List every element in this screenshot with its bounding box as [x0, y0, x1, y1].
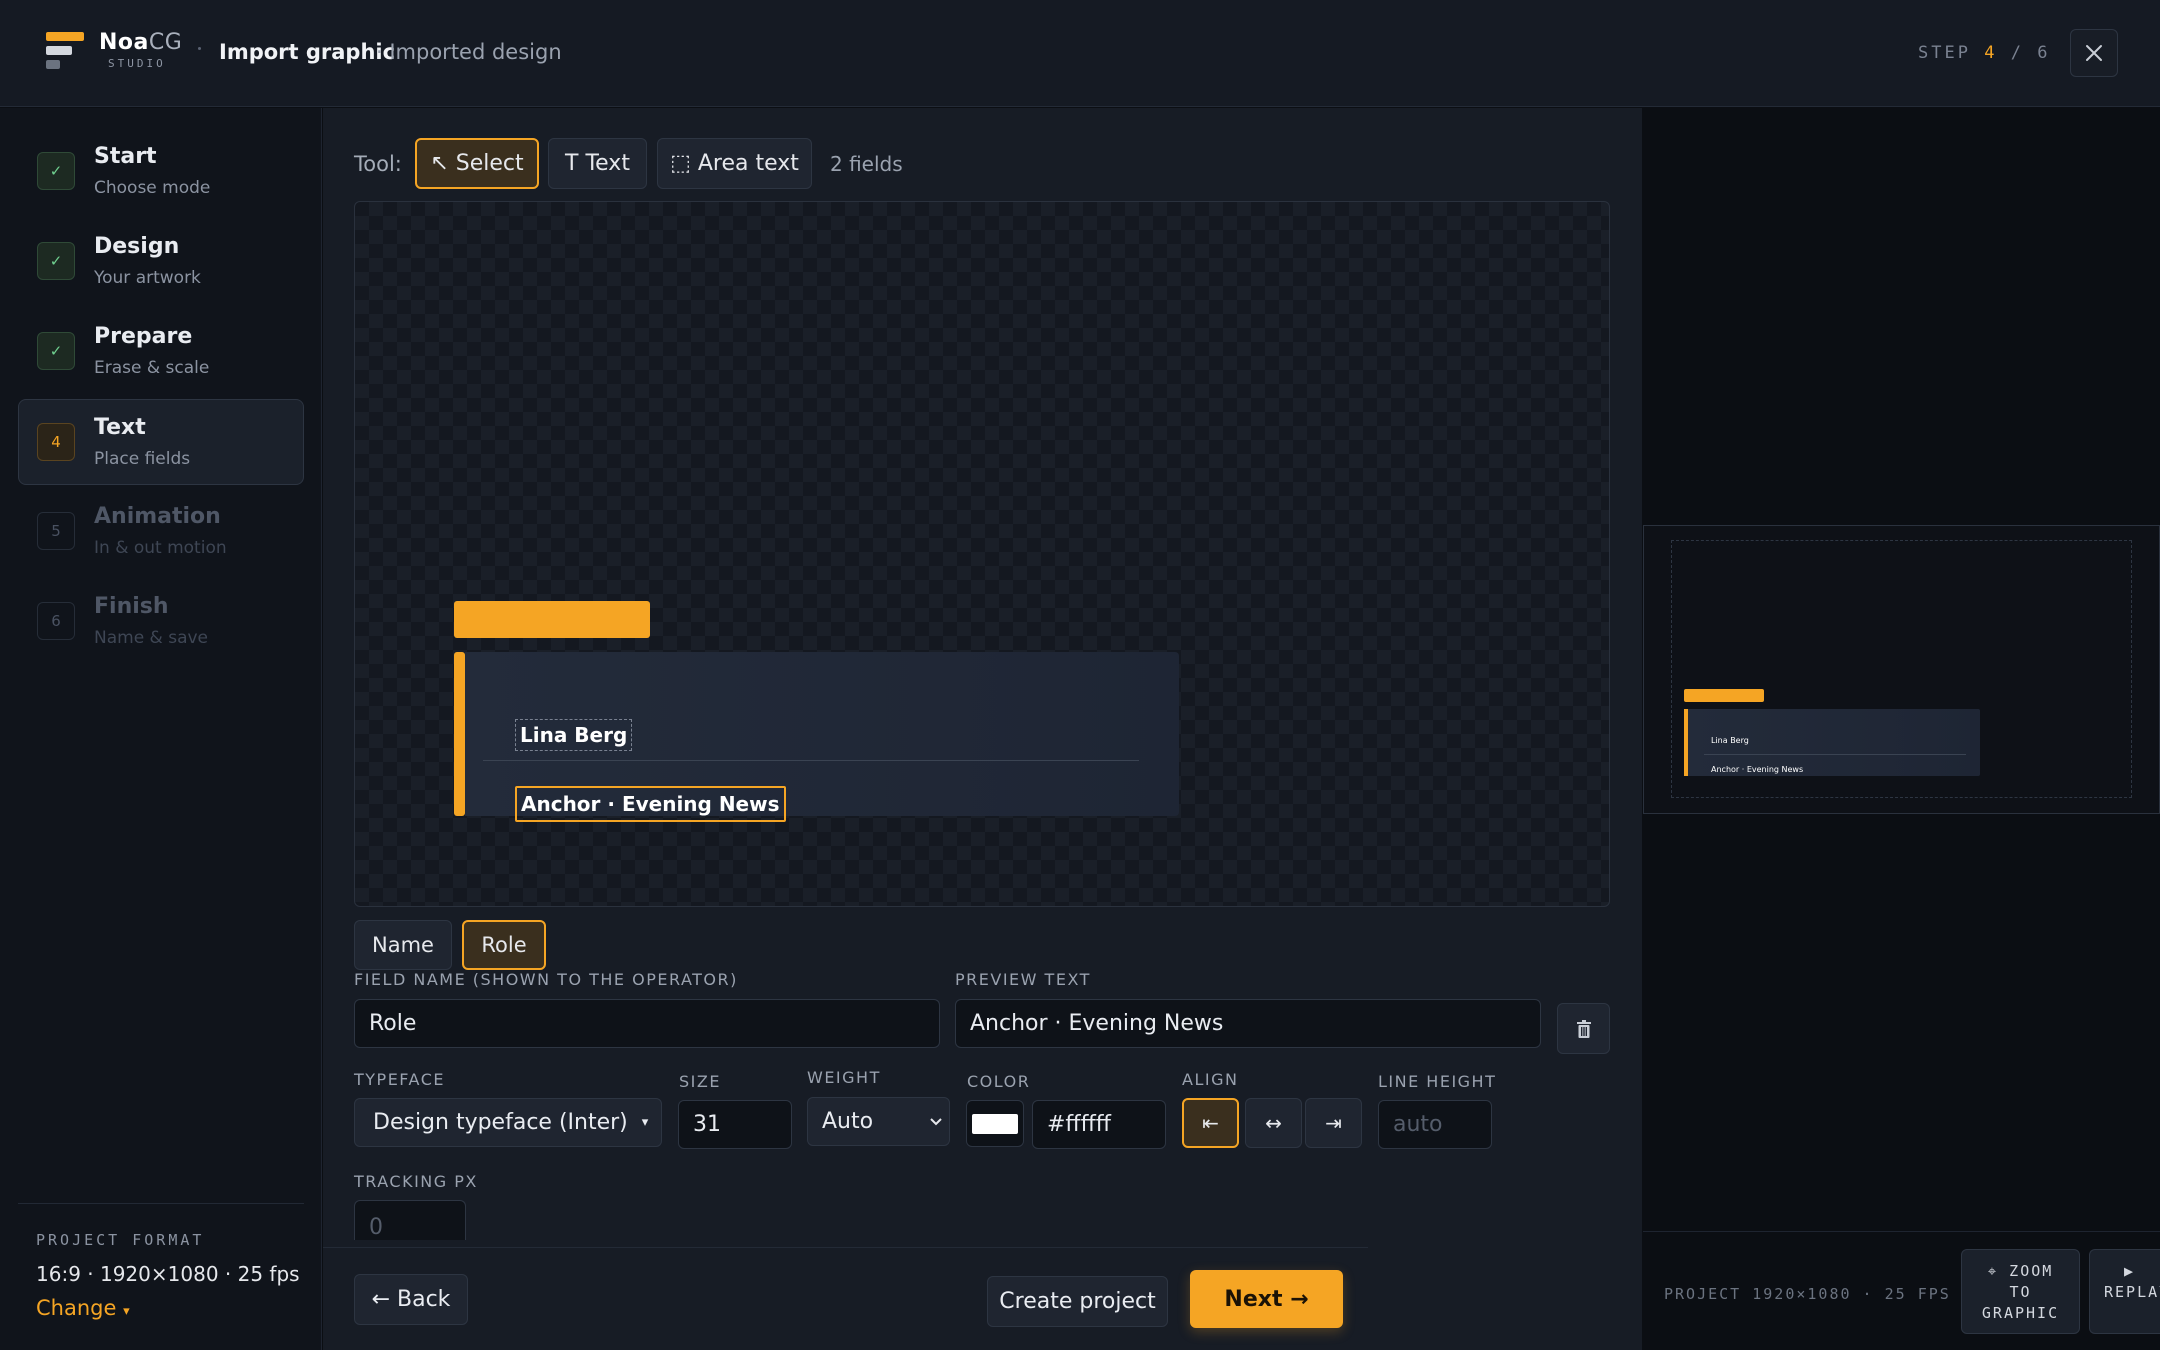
- step-subtitle: Name & save: [94, 628, 209, 648]
- preview-role-text: Anchor · Evening News: [1711, 765, 1804, 774]
- weight-label: WEIGHT: [807, 1068, 881, 1087]
- app-logo-icon: [46, 32, 86, 72]
- brand-subtitle: STUDIO: [108, 57, 166, 70]
- field-name-input[interactable]: Role: [354, 999, 940, 1048]
- area-text-tool-button[interactable]: ⬚ Area text: [657, 138, 812, 189]
- step-title: Start: [94, 144, 157, 169]
- step-title: Animation: [94, 504, 221, 529]
- field-tab-role[interactable]: Role: [462, 920, 546, 970]
- step-number-badge: 6: [37, 602, 75, 640]
- align-center-icon[interactable]: ↔: [1245, 1098, 1302, 1148]
- check-icon: ✓: [37, 242, 75, 280]
- create-project-button[interactable]: Create project: [987, 1276, 1168, 1327]
- color-hex-input[interactable]: #ffffff: [1032, 1100, 1166, 1149]
- typeface-select[interactable]: Design typeface (Inter) ▾: [354, 1098, 662, 1147]
- next-button[interactable]: Next →: [1190, 1270, 1343, 1328]
- preview-footer-divider: [1643, 1231, 2160, 1232]
- align-label: ALIGN: [1182, 1070, 1239, 1089]
- header-dot: [198, 47, 201, 50]
- step-prepare[interactable]: ✓ Prepare Erase & scale: [18, 308, 304, 394]
- color-label: COLOR: [967, 1072, 1031, 1091]
- step-finish: 6 Finish Name & save: [18, 578, 304, 664]
- check-icon: ✓: [37, 152, 75, 190]
- brand-name: NoaCG: [99, 30, 183, 55]
- tracking-label: TRACKING PX: [354, 1172, 478, 1191]
- zoom-to-graphic-button[interactable]: ⌖ ZOOM TO GRAPHIC: [1961, 1249, 2080, 1334]
- align-left-icon[interactable]: ⇤: [1182, 1098, 1239, 1148]
- caret-down-icon: ▾: [641, 1115, 649, 1130]
- align-right-icon[interactable]: ⇥: [1305, 1098, 1362, 1148]
- page-subtitle: · Imported design: [376, 40, 562, 64]
- preview-lower-third-tab: [1684, 689, 1764, 702]
- size-label: SIZE: [679, 1072, 721, 1091]
- step-animation: 5 Animation In & out motion: [18, 488, 304, 574]
- back-button[interactable]: ← Back: [354, 1274, 468, 1325]
- step-subtitle: In & out motion: [94, 538, 227, 558]
- project-format-label: PROJECT FORMAT: [36, 1231, 205, 1249]
- step-title: Finish: [94, 594, 169, 619]
- step-start[interactable]: ✓ Start Choose mode: [18, 128, 304, 214]
- page-title: Import graphic: [219, 40, 396, 64]
- field-tab-name[interactable]: Name: [354, 920, 452, 970]
- preview-divider: [1704, 754, 1966, 755]
- caret-down-icon: ▾: [123, 1304, 130, 1319]
- preview-text-label: PREVIEW TEXT: [955, 970, 1091, 989]
- step-subtitle: Place fields: [94, 449, 191, 469]
- tool-label: Tool:: [354, 152, 402, 176]
- play-icon: ▶: [2124, 1262, 2136, 1280]
- typeface-label: TYPEFACE: [354, 1070, 445, 1089]
- change-format-button[interactable]: Change ▾: [36, 1296, 130, 1320]
- step-number-badge: 4: [37, 423, 75, 461]
- top-bar: NoaCG STUDIO Import graphic · Imported d…: [0, 0, 2160, 107]
- role-text-field[interactable]: Anchor · Evening News: [515, 786, 786, 822]
- step-indicator: STEP 4 / 6: [1918, 43, 2051, 63]
- step-subtitle: Your artwork: [94, 268, 201, 288]
- color-swatch[interactable]: [966, 1100, 1024, 1147]
- trash-icon: [1576, 1019, 1591, 1038]
- lower-third-accent-bar: [454, 652, 465, 816]
- text-tool-button[interactable]: T Text: [548, 138, 647, 189]
- project-format-value: 16:9 · 1920×1080 · 25 fps: [36, 1262, 300, 1286]
- replay-button[interactable]: ▶REPLAY: [2089, 1249, 2160, 1334]
- delete-field-button[interactable]: [1557, 1003, 1610, 1054]
- tracking-input[interactable]: 0: [354, 1200, 466, 1240]
- weight-select[interactable]: Auto: [807, 1097, 950, 1146]
- field-name-label: FIELD NAME (SHOWN TO THE OPERATOR): [354, 970, 738, 989]
- footer-divider: [323, 1247, 1368, 1248]
- preview-project-info: PROJECT 1920×1080 · 25 FPS: [1664, 1285, 1951, 1303]
- design-canvas[interactable]: Lina Berg Anchor · Evening News: [354, 201, 1610, 907]
- name-text-field[interactable]: Lina Berg: [515, 719, 633, 751]
- step-design[interactable]: ✓ Design Your artwork: [18, 218, 304, 304]
- size-input[interactable]: 31: [678, 1100, 792, 1149]
- divider: [18, 1203, 304, 1204]
- lower-third-divider: [483, 760, 1139, 761]
- line-height-label: LINE HEIGHT: [1378, 1072, 1497, 1091]
- step-title: Design: [94, 234, 180, 259]
- step-number-badge: 5: [37, 512, 75, 550]
- lower-third-tab: [454, 601, 650, 638]
- preview-text-input[interactable]: Anchor · Evening News: [955, 999, 1541, 1048]
- line-height-input[interactable]: auto: [1378, 1100, 1492, 1149]
- chevron-down-icon: [930, 1117, 942, 1125]
- step-subtitle: Choose mode: [94, 178, 211, 198]
- step-title: Text: [94, 415, 146, 440]
- preview-name-text: Lina Berg: [1711, 736, 1749, 745]
- step-subtitle: Erase & scale: [94, 358, 210, 378]
- check-icon: ✓: [37, 332, 75, 370]
- step-text[interactable]: 4 Text Place fields: [18, 399, 304, 485]
- close-button[interactable]: [2070, 29, 2118, 77]
- close-icon: [2086, 45, 2102, 61]
- step-title: Prepare: [94, 324, 193, 349]
- fields-count: 2 fields: [830, 152, 903, 176]
- select-tool-button[interactable]: ↖ Select: [415, 138, 539, 189]
